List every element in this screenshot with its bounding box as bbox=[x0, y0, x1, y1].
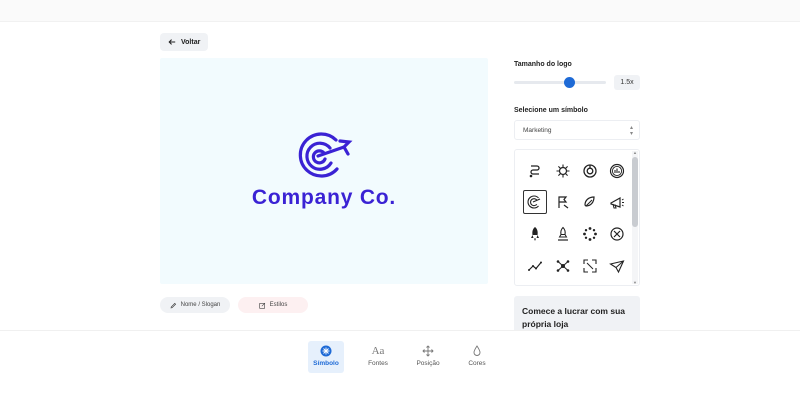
leaf-link-icon bbox=[584, 196, 595, 207]
network-hub-icon bbox=[556, 260, 570, 272]
top-bar bbox=[0, 0, 800, 22]
rocket-launch-icon bbox=[558, 226, 568, 241]
promo-card[interactable]: Comece a lucrar com sua própria loja bbox=[514, 296, 640, 334]
back-button[interactable]: Voltar bbox=[160, 33, 209, 51]
edit-box-icon bbox=[259, 302, 265, 309]
bottom-toolbar bbox=[0, 330, 800, 400]
company-name-text: Company Co. bbox=[251, 186, 397, 209]
tab-symbol[interactable]: Símbolo bbox=[308, 341, 344, 373]
scroll-up-icon[interactable]: ▲ bbox=[632, 150, 638, 156]
swirl-icon bbox=[529, 165, 540, 178]
symbol-option[interactable] bbox=[551, 159, 575, 183]
symbol-option[interactable] bbox=[578, 222, 602, 246]
trend-line-icon bbox=[528, 261, 542, 271]
promo-text: Comece a lucrar com sua própria loja bbox=[522, 306, 625, 329]
symbol-grid-scroll-thumb[interactable] bbox=[632, 157, 638, 227]
symbol-option[interactable] bbox=[605, 190, 629, 214]
scroll-down-icon[interactable]: ▼ bbox=[632, 280, 638, 286]
tab-fonts-label: Fontes bbox=[368, 360, 388, 367]
flag-hand-icon bbox=[558, 196, 569, 209]
symbol-option[interactable] bbox=[605, 254, 629, 278]
symbol-option-selected[interactable] bbox=[523, 190, 547, 214]
select-caret-icon: ▴ ▾ bbox=[629, 125, 633, 137]
symbol-option[interactable] bbox=[605, 222, 629, 246]
virus-icon bbox=[556, 164, 570, 178]
tab-fonts[interactable]: Aa Fontes bbox=[360, 341, 396, 373]
symbol-option[interactable] bbox=[578, 159, 602, 183]
arrow-left-icon bbox=[168, 39, 176, 45]
fonts-icon: Aa bbox=[371, 345, 385, 357]
tab-position-label: Posição bbox=[416, 360, 440, 367]
symbol-option[interactable] bbox=[551, 190, 575, 214]
rocket-icon bbox=[531, 227, 539, 241]
donut-icon bbox=[583, 164, 597, 178]
chart-badge-icon bbox=[609, 163, 625, 179]
tab-position[interactable]: Posição bbox=[410, 341, 446, 373]
back-button-label: Voltar bbox=[181, 38, 201, 46]
colors-icon bbox=[473, 345, 481, 356]
symbol-option[interactable] bbox=[523, 222, 547, 246]
symbol-category-value: Marketing bbox=[523, 126, 552, 134]
megaphone-icon bbox=[610, 196, 624, 209]
logo-size-slider-track[interactable] bbox=[514, 81, 606, 84]
symbol-option[interactable] bbox=[551, 222, 575, 246]
pencil-icon bbox=[170, 302, 176, 308]
tab-symbol-label: Símbolo bbox=[313, 360, 339, 367]
symbol-option[interactable] bbox=[578, 254, 602, 278]
styles-button[interactable]: Estilos bbox=[238, 297, 308, 313]
circle-x-icon bbox=[610, 227, 624, 241]
symbol-option[interactable] bbox=[605, 159, 629, 183]
loader-burst-icon bbox=[583, 227, 597, 241]
expand-corners-icon bbox=[583, 259, 597, 273]
tab-colors[interactable]: Cores bbox=[459, 341, 495, 373]
symbol-option[interactable] bbox=[523, 159, 547, 183]
select-symbol-label: Selecione um símbolo bbox=[514, 107, 588, 114]
symbol-category-select[interactable]: Marketing ▴ ▾ bbox=[514, 120, 640, 140]
styles-label: Estilos bbox=[269, 302, 288, 308]
paper-plane-icon bbox=[609, 260, 625, 274]
tab-colors-label: Cores bbox=[468, 360, 486, 367]
symbol-icon bbox=[320, 345, 332, 357]
name-slogan-button[interactable]: Nome / Slogan bbox=[160, 297, 230, 313]
symbol-option[interactable] bbox=[578, 190, 602, 214]
logo-size-value: 1.5x bbox=[614, 75, 640, 90]
symbol-option[interactable] bbox=[551, 254, 575, 278]
position-icon bbox=[422, 345, 434, 357]
target-arrow-icon bbox=[527, 195, 541, 209]
logo-size-slider-thumb[interactable] bbox=[563, 77, 575, 88]
symbol-option[interactable] bbox=[523, 254, 547, 278]
target-arrow-icon bbox=[298, 132, 353, 178]
name-slogan-label: Nome / Slogan bbox=[180, 302, 221, 308]
logo-size-label: Tamanho do logo bbox=[514, 61, 572, 68]
